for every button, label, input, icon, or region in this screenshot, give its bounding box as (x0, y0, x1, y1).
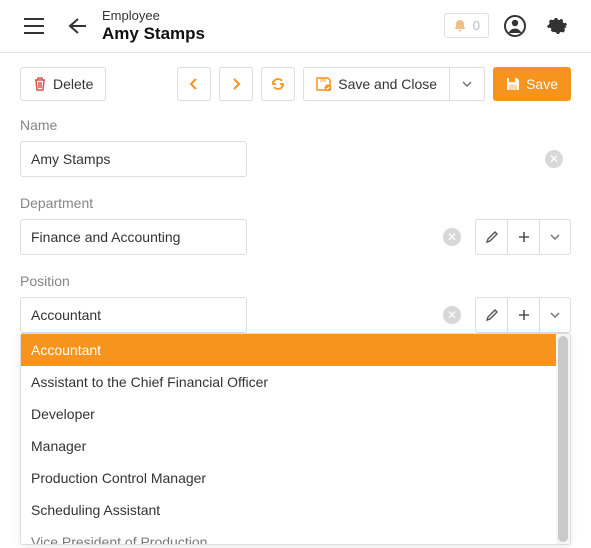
pencil-icon (485, 308, 499, 322)
position-edit-button[interactable] (475, 297, 507, 333)
chevron-left-icon (189, 77, 199, 91)
save-and-close-button[interactable]: Save and Close (303, 67, 449, 101)
position-option[interactable]: Assistant to the Chief Financial Officer (21, 366, 556, 398)
position-label: Position (20, 273, 571, 289)
name-input[interactable] (20, 141, 247, 177)
position-option[interactable]: Vice President of Production (21, 526, 556, 544)
hamburger-icon (24, 18, 44, 34)
position-actions (475, 297, 571, 333)
save-close-group: Save and Close (303, 67, 485, 101)
department-input[interactable] (20, 219, 247, 255)
refresh-icon (270, 77, 286, 91)
chevron-right-icon (231, 77, 241, 91)
position-input[interactable] (20, 297, 247, 333)
save-label: Save (526, 76, 558, 92)
save-close-dropdown-toggle[interactable] (449, 67, 485, 101)
name-label: Name (20, 117, 571, 133)
toolbar: Delete Save and Close S (0, 53, 591, 117)
position-option[interactable]: Production Control Manager (21, 462, 556, 494)
save-button[interactable]: Save (493, 67, 571, 101)
close-icon: ✕ (447, 308, 457, 322)
chevron-down-icon (550, 234, 560, 240)
position-option[interactable]: Accountant (21, 334, 556, 366)
delete-button[interactable]: Delete (20, 67, 106, 101)
delete-label: Delete (53, 76, 93, 92)
scroll-thumb[interactable] (558, 336, 568, 542)
form-content: Name ✕ Department ✕ (0, 117, 591, 371)
close-icon: ✕ (447, 230, 457, 244)
plus-icon (518, 231, 530, 243)
dropdown-scrollbar[interactable] (556, 334, 570, 544)
clear-name-button[interactable]: ✕ (545, 150, 563, 168)
floppy-icon (506, 77, 520, 91)
header-titles: Employee Amy Stamps (102, 8, 434, 44)
save-close-label: Save and Close (338, 76, 437, 92)
page-title: Amy Stamps (102, 24, 434, 44)
user-button[interactable] (499, 10, 531, 42)
chevron-down-icon (462, 81, 472, 87)
clear-department-button[interactable]: ✕ (443, 228, 461, 246)
user-icon (504, 15, 526, 37)
refresh-button[interactable] (261, 67, 295, 101)
department-edit-button[interactable] (475, 219, 507, 255)
bell-icon (453, 19, 467, 33)
pencil-icon (485, 230, 499, 244)
department-actions (475, 219, 571, 255)
menu-button[interactable] (18, 10, 50, 42)
department-dropdown-toggle[interactable] (539, 219, 571, 255)
gear-icon (547, 16, 567, 36)
chevron-down-icon (550, 312, 560, 318)
header-bar: Employee Amy Stamps 0 (0, 0, 591, 53)
header-subtitle: Employee (102, 8, 434, 24)
back-button[interactable] (60, 10, 92, 42)
settings-button[interactable] (541, 10, 573, 42)
position-dropdown-toggle[interactable] (539, 297, 571, 333)
position-option[interactable]: Manager (21, 430, 556, 462)
notification-count: 0 (473, 18, 480, 33)
position-add-button[interactable] (507, 297, 539, 333)
position-option[interactable]: Scheduling Assistant (21, 494, 556, 526)
field-name: Name ✕ (20, 117, 571, 177)
field-position: Position ✕ (20, 273, 571, 333)
floppy-check-icon (316, 77, 332, 91)
field-department: Department ✕ (20, 195, 571, 255)
department-add-button[interactable] (507, 219, 539, 255)
arrow-left-icon (66, 18, 86, 34)
position-dropdown-panel: AccountantAssistant to the Chief Financi… (20, 333, 571, 545)
clear-position-button[interactable]: ✕ (443, 306, 461, 324)
close-icon: ✕ (549, 152, 559, 166)
plus-icon (518, 309, 530, 321)
position-option[interactable]: Developer (21, 398, 556, 430)
next-button[interactable] (219, 67, 253, 101)
notification-badge[interactable]: 0 (444, 13, 489, 38)
trash-icon (33, 77, 47, 91)
department-label: Department (20, 195, 571, 211)
prev-button[interactable] (177, 67, 211, 101)
position-dropdown-list: AccountantAssistant to the Chief Financi… (21, 334, 556, 544)
